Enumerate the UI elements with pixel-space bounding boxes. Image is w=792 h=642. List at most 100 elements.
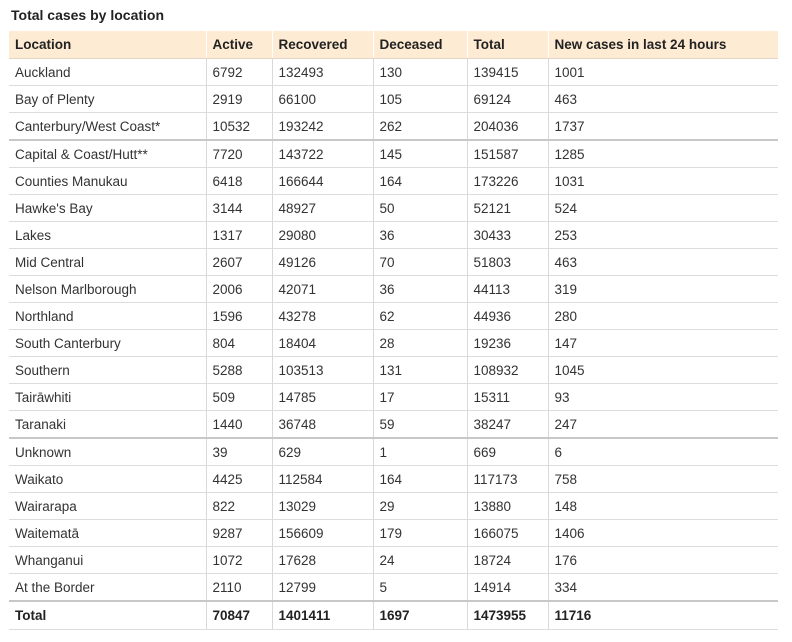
table-row: Taranaki 1440 36748 59 38247 247 — [9, 410, 778, 439]
cell-active: 804 — [205, 329, 272, 357]
cell-new-cases: 1285 — [547, 140, 778, 168]
cell-deceased: 105 — [372, 85, 467, 113]
cell-new-cases: 253 — [547, 221, 778, 249]
cell-new-cases: 1737 — [547, 112, 778, 141]
cell-total: 18724 — [466, 546, 548, 574]
cell-recovered: 13029 — [271, 492, 373, 520]
cell-deceased: 5 — [372, 573, 467, 602]
cell-total: 30433 — [466, 221, 548, 249]
cell-location: Whanganui — [9, 546, 206, 574]
cell-total: 117173 — [466, 465, 548, 493]
cell-deceased: 17 — [372, 383, 467, 411]
table-row: Whanganui 1072 17628 24 18724 176 — [9, 546, 778, 574]
cell-total: 108932 — [466, 356, 548, 384]
cell-active: 2110 — [205, 573, 272, 602]
cell-new-cases: 280 — [547, 302, 778, 330]
cell-recovered: 29080 — [271, 221, 373, 249]
cell-active: 7720 — [205, 140, 272, 168]
cell-active: 1596 — [205, 302, 272, 330]
column-header-new-cases: New cases in last 24 hours — [547, 31, 778, 59]
cell-recovered: 156609 — [271, 519, 373, 547]
cell-location: Waikato — [9, 465, 206, 493]
cell-location: Auckland — [9, 58, 206, 86]
cell-recovered: 12799 — [271, 573, 373, 602]
cell-new-cases: 1031 — [547, 167, 778, 195]
cell-deceased: 145 — [372, 140, 467, 168]
cell-new-cases: 6 — [547, 438, 778, 466]
cell-active: 509 — [205, 383, 272, 411]
cell-location: At the Border — [9, 573, 206, 602]
table-row: Unknown 39 629 1 669 6 — [9, 438, 778, 466]
cell-location: Unknown — [9, 438, 206, 466]
cell-deceased: 36 — [372, 275, 467, 303]
cell-location: Mid Central — [9, 248, 206, 276]
cell-active: 2607 — [205, 248, 272, 276]
cell-new-cases: 147 — [547, 329, 778, 357]
cell-location: Waitematā — [9, 519, 206, 547]
cell-new-cases: 93 — [547, 383, 778, 411]
table-row: Lakes 1317 29080 36 30433 253 — [9, 221, 778, 249]
header-row: Location Active Recovered Deceased Total… — [9, 31, 778, 59]
cell-new-cases: 247 — [547, 410, 778, 439]
column-header-deceased: Deceased — [372, 31, 467, 59]
cell-total: 69124 — [466, 85, 548, 113]
cell-active: 1317 — [205, 221, 272, 249]
cell-deceased: 36 — [372, 221, 467, 249]
cell-deceased: 262 — [372, 112, 467, 141]
cell-location: Taranaki — [9, 410, 206, 439]
table-row: Tairāwhiti 509 14785 17 15311 93 — [9, 383, 778, 411]
cases-by-location-table: Location Active Recovered Deceased Total… — [9, 31, 778, 630]
table-row: Bay of Plenty 2919 66100 105 69124 463 — [9, 85, 778, 113]
cell-new-cases: 1001 — [547, 58, 778, 86]
cell-active: 9287 — [205, 519, 272, 547]
totals-new-cases: 11716 — [547, 600, 778, 630]
cell-location: Nelson Marlborough — [9, 275, 206, 303]
cell-new-cases: 334 — [547, 573, 778, 602]
cell-active: 6418 — [205, 167, 272, 195]
cell-active: 4425 — [205, 465, 272, 493]
cell-recovered: 14785 — [271, 383, 373, 411]
cell-deceased: 29 — [372, 492, 467, 520]
table-row: Southern 5288 103513 131 108932 1045 — [9, 356, 778, 384]
cell-new-cases: 319 — [547, 275, 778, 303]
column-header-recovered: Recovered — [271, 31, 373, 59]
table-body: Auckland 6792 132493 130 139415 1001 Bay of Pl… — [9, 58, 778, 602]
column-header-total: Total — [466, 31, 548, 59]
cell-total: 14914 — [466, 573, 548, 602]
cell-total: 44113 — [466, 275, 548, 303]
table-footer: Total 70847 1401411 1697 1473955 11716 — [9, 600, 778, 630]
totals-active: 70847 — [205, 600, 272, 630]
cell-new-cases: 1045 — [547, 356, 778, 384]
cell-recovered: 18404 — [271, 329, 373, 357]
cell-active: 1440 — [205, 410, 272, 439]
cell-deceased: 130 — [372, 58, 467, 86]
table-row: Counties Manukau 6418 166644 164 173226 1031 — [9, 167, 778, 195]
cell-recovered: 103513 — [271, 356, 373, 384]
cell-recovered: 143722 — [271, 140, 373, 168]
cell-location: South Canterbury — [9, 329, 206, 357]
table-row: Mid Central 2607 49126 70 51803 463 — [9, 248, 778, 276]
cell-location: Hawke's Bay — [9, 194, 206, 222]
cell-active: 39 — [205, 438, 272, 466]
cell-deceased: 164 — [372, 465, 467, 493]
cell-new-cases: 1406 — [547, 519, 778, 547]
table-row: South Canterbury 804 18404 28 19236 147 — [9, 329, 778, 357]
cell-deceased: 131 — [372, 356, 467, 384]
table-row: Wairarapa 822 13029 29 13880 148 — [9, 492, 778, 520]
table-row: Canterbury/West Coast* 10532 193242 262 2040… — [9, 112, 778, 141]
cell-deceased: 70 — [372, 248, 467, 276]
cell-active: 5288 — [205, 356, 272, 384]
totals-location: Total — [9, 600, 206, 630]
cell-deceased: 62 — [372, 302, 467, 330]
cell-active: 10532 — [205, 112, 272, 141]
cell-active: 822 — [205, 492, 272, 520]
cell-new-cases: 463 — [547, 85, 778, 113]
cell-total: 19236 — [466, 329, 548, 357]
cell-location: Counties Manukau — [9, 167, 206, 195]
cell-location: Tairāwhiti — [9, 383, 206, 411]
cell-recovered: 629 — [271, 438, 373, 466]
table-row: Capital & Coast/Hutt** 7720 143722 145 15158… — [9, 140, 778, 168]
cell-recovered: 193242 — [271, 112, 373, 141]
cell-active: 1072 — [205, 546, 272, 574]
cell-recovered: 43278 — [271, 302, 373, 330]
